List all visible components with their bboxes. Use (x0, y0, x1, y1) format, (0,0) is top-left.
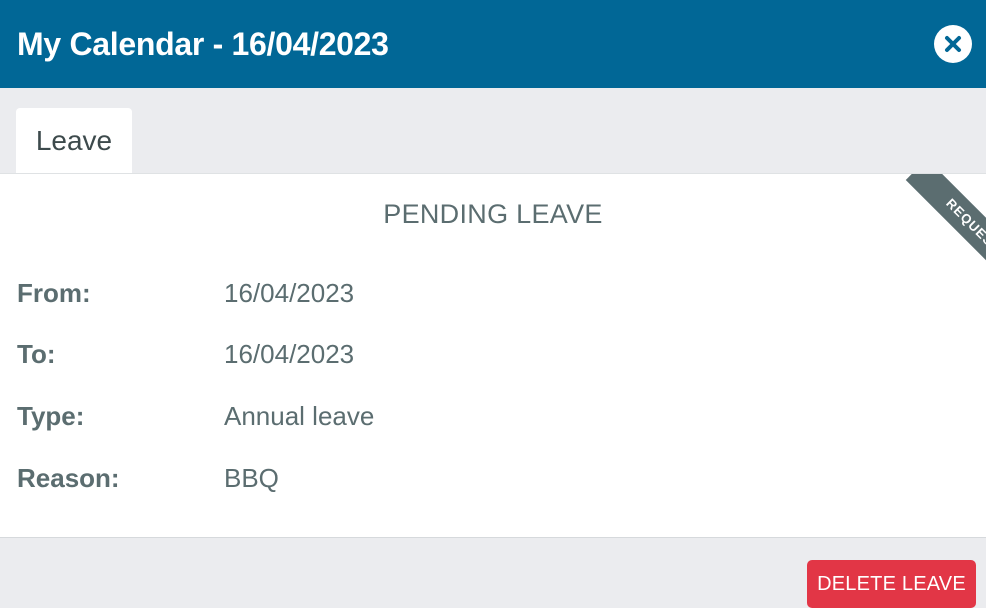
field-row-type: Type: Annual leave (0, 396, 986, 436)
field-label-from: From: (17, 278, 91, 308)
field-label-reason: Reason: (17, 463, 120, 493)
tab-bar: Leave (0, 88, 986, 174)
field-row-from: From: 16/04/2023 (0, 273, 986, 313)
close-icon (945, 36, 961, 52)
delete-leave-button[interactable]: DELETE LEAVE (807, 560, 976, 608)
modal-header: My Calendar - 16/04/2023 (0, 0, 986, 88)
field-value-from: 16/04/2023 (224, 278, 355, 308)
field-row-to: To: 16/04/2023 (0, 334, 986, 374)
field-value-reason: BBQ (224, 463, 279, 493)
modal-title: My Calendar - 16/04/2023 (17, 26, 389, 62)
calendar-modal: My Calendar - 16/04/2023 Leave PENDING L… (0, 0, 986, 608)
field-value-type: Annual leave (224, 401, 375, 431)
field-value-to: 16/04/2023 (224, 339, 355, 369)
leave-details-panel: PENDING LEAVE REQUESTED From: 16/04/2023… (0, 173, 986, 537)
tab-leave[interactable]: Leave (16, 108, 132, 174)
modal-footer: DELETE LEAVE (0, 537, 986, 608)
field-label-type: Type: (17, 401, 85, 431)
field-label-to: To: (17, 339, 56, 369)
field-row-reason: Reason: BBQ (0, 458, 986, 498)
close-button[interactable] (934, 25, 972, 63)
leave-status-heading: PENDING LEAVE (383, 199, 603, 229)
